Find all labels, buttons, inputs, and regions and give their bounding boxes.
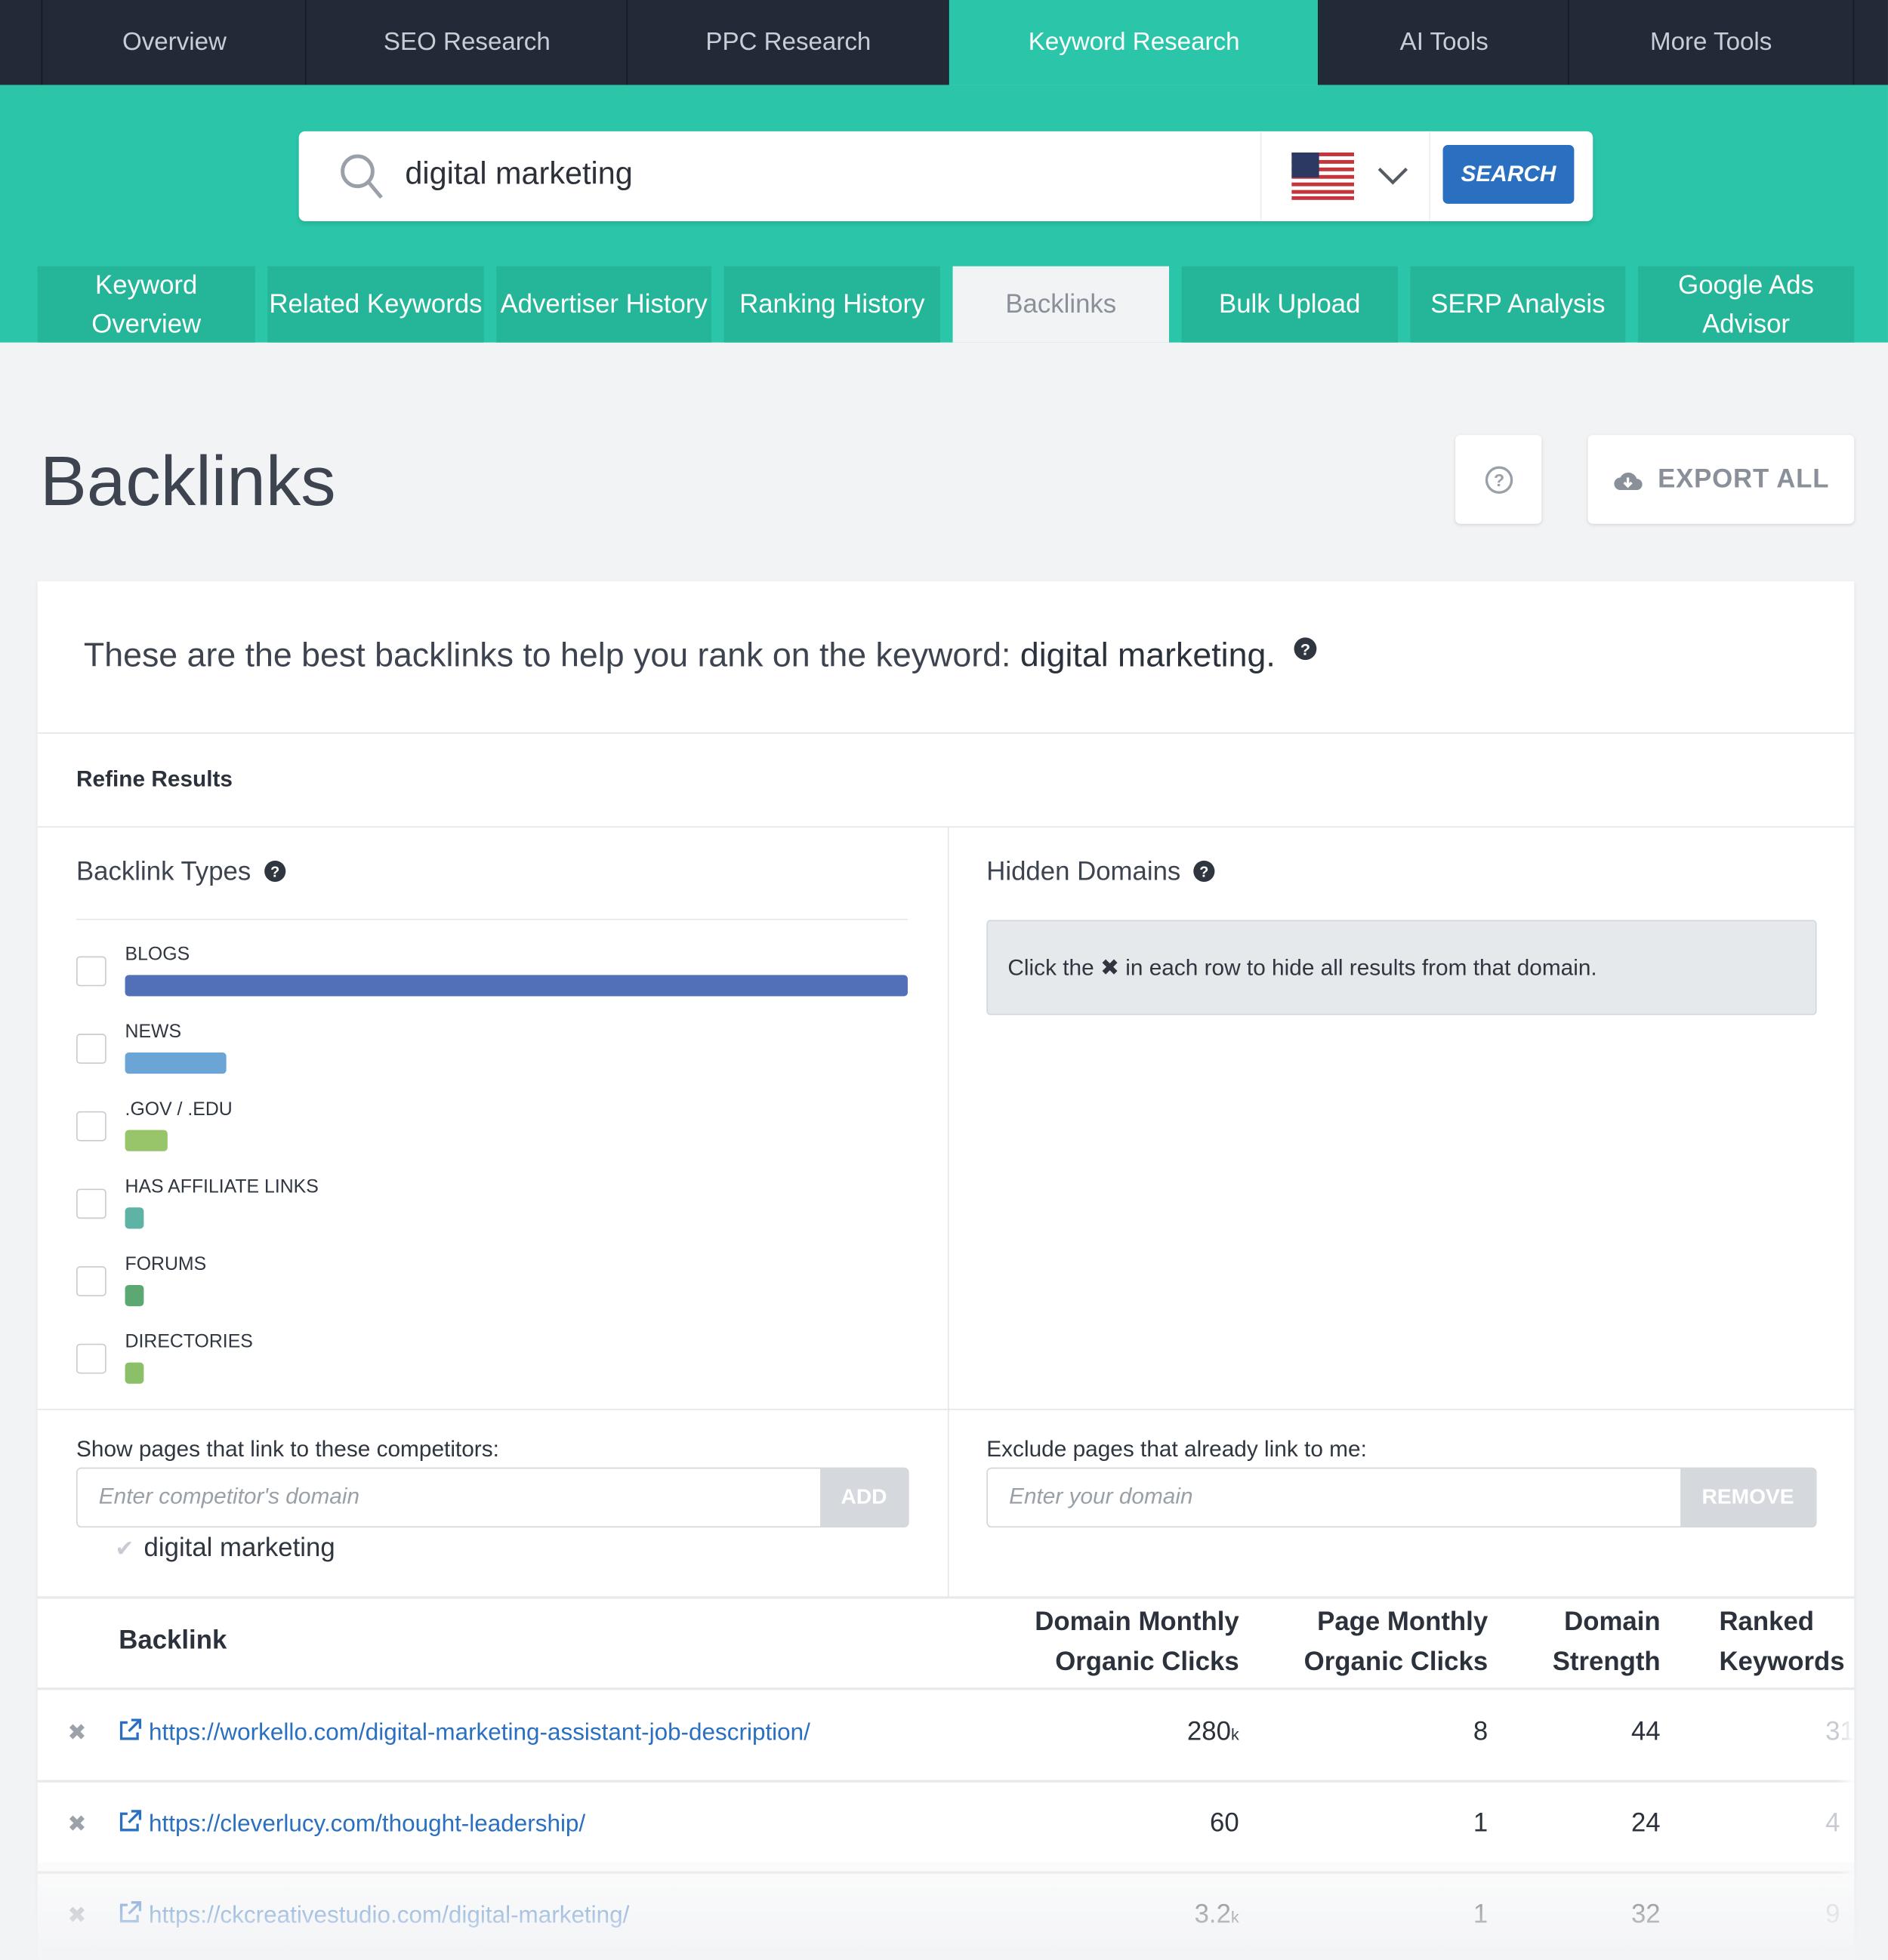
help-icon[interactable]: ? [1292, 636, 1317, 661]
col-page-monthly-clicks[interactable]: Page Monthly Organic Clicks [1304, 1602, 1488, 1682]
my-domain-placeholder: Enter your domain [1009, 1484, 1193, 1509]
domain-monthly-clicks: 60 [1210, 1808, 1239, 1838]
search-bar: digital marketing SEARCH [298, 131, 1593, 222]
exclude-label: Exclude pages that already link to me: [986, 1436, 1367, 1462]
tab-ranking-history[interactable]: Ranking History [723, 266, 941, 343]
intro-keyword: digital marketing. [1020, 636, 1276, 674]
svg-text:?: ? [270, 864, 279, 880]
close-icon: ✖ [1100, 954, 1119, 980]
backlink-type-bar [125, 1284, 144, 1307]
backlink-type-label: NEWS [125, 1021, 182, 1043]
country-select[interactable] [1260, 131, 1431, 222]
backlink-type-checkbox[interactable] [76, 1266, 106, 1296]
tab-serp-analysis[interactable]: SERP Analysis [1410, 266, 1626, 343]
nav-seo-research[interactable]: SEO Research [304, 0, 628, 85]
top-nav: Overview SEO Research PPC Research Keywo… [0, 0, 1888, 85]
competitor-placeholder: Enter competitor's domain [98, 1484, 360, 1509]
nav-ai-tools[interactable]: AI Tools [1318, 0, 1569, 85]
add-button[interactable]: ADD [820, 1468, 908, 1527]
tab-related-keywords[interactable]: Related Keywords [267, 266, 484, 343]
page-monthly-clicks: 1 [1473, 1808, 1488, 1838]
remove-button[interactable]: REMOVE [1680, 1468, 1816, 1527]
my-domain-input[interactable]: Enter your domain REMOVE [986, 1467, 1817, 1528]
tab-google-ads-advisor[interactable]: Google Ads Advisor [1637, 266, 1855, 343]
bottom-fade [0, 1862, 1888, 1960]
us-flag-icon [1291, 152, 1355, 200]
table-row: ✖ https://workello.com/digital-marketing… [37, 1690, 1855, 1783]
chevron-down-icon [1377, 168, 1408, 185]
competitors-label: Show pages that link to these competitor… [76, 1436, 499, 1462]
external-link-icon[interactable] [118, 1718, 143, 1743]
hide-domain-icon[interactable]: ✖ [67, 1720, 86, 1746]
backlink-type-bar [125, 975, 908, 997]
export-all-label: EXPORT ALL [1658, 464, 1830, 494]
question-circle-icon: ? [1485, 465, 1513, 494]
tab-advertiser-history[interactable]: Advertiser History [496, 266, 712, 343]
competitor-item[interactable]: ✔ digital marketing [115, 1533, 335, 1564]
column-divider [947, 826, 949, 1597]
nav-ppc-research[interactable]: PPC Research [626, 0, 949, 85]
help-icon[interactable]: ? [1193, 860, 1216, 883]
nav-more-tools[interactable]: More Tools [1568, 0, 1855, 85]
backlink-type-bar [125, 1129, 168, 1151]
check-icon: ✔ [115, 1536, 134, 1561]
col-backlink[interactable]: Backlink [119, 1626, 227, 1656]
hidden-domains-hint: Click the ✖ in each row to hide all resu… [1007, 954, 1597, 980]
refine-results-title: Refine Results [76, 766, 233, 791]
domain-monthly-clicks: 280k [1186, 1717, 1239, 1746]
nav-overview[interactable]: Overview [41, 0, 307, 85]
domain-strength: 44 [1630, 1717, 1661, 1746]
col-ranked-keywords[interactable]: Ranked Keywords [1719, 1602, 1844, 1682]
backlinks-card: These are the best backlinks to help you… [37, 581, 1855, 1960]
tab-keyword-overview[interactable]: Keyword Overview [37, 266, 255, 343]
divider [76, 918, 908, 920]
external-link-icon[interactable] [118, 1809, 143, 1834]
backlink-type-bar [125, 1207, 144, 1229]
help-button[interactable]: ? [1455, 435, 1542, 524]
divider [37, 1408, 1855, 1410]
svg-text:?: ? [1300, 641, 1310, 659]
backlink-type-label: FORUMS [125, 1253, 207, 1275]
backlink-type-checkbox[interactable] [76, 1034, 106, 1064]
col-domain-strength[interactable]: Domain Strength [1553, 1602, 1661, 1682]
backlink-type-bar [125, 1052, 227, 1074]
search-button[interactable]: SEARCH [1442, 145, 1575, 204]
backlink-type-checkbox[interactable] [76, 1111, 106, 1142]
keyword-input[interactable]: digital marketing [405, 156, 632, 193]
help-icon[interactable]: ? [264, 860, 286, 883]
domain-strength: 24 [1630, 1808, 1661, 1838]
tab-backlinks[interactable]: Backlinks [952, 266, 1169, 343]
hide-domain-icon[interactable]: ✖ [67, 1811, 86, 1838]
page-monthly-clicks: 8 [1473, 1717, 1488, 1746]
backlink-type-checkbox[interactable] [76, 1188, 106, 1219]
export-all-button[interactable]: EXPORT ALL [1587, 435, 1855, 524]
backlink-type-bar [125, 1362, 144, 1384]
backlink-type-checkbox[interactable] [76, 956, 106, 987]
cloud-download-icon [1614, 472, 1643, 490]
divider [37, 732, 1855, 734]
col-domain-monthly-clicks[interactable]: Domain Monthly Organic Clicks [1035, 1602, 1239, 1682]
page-title: Backlinks [39, 441, 336, 520]
backlink-type-label: HAS AFFILIATE LINKS [125, 1176, 319, 1198]
backlink-type-checkbox[interactable] [76, 1343, 106, 1374]
backlink-type-label: DIRECTORIES [125, 1331, 253, 1353]
intro-text: These are the best backlinks to help you… [84, 636, 1317, 675]
backlink-url[interactable]: https://workello.com/digital-marketing-a… [149, 1720, 810, 1747]
svg-text:?: ? [1493, 470, 1504, 489]
table-row: ✖ https://cleverlucy.com/thought-leaders… [37, 1781, 1855, 1874]
backlink-type-label: .GOV / .EDU [125, 1099, 233, 1120]
divider [37, 826, 1855, 828]
nav-keyword-research[interactable]: Keyword Research [947, 0, 1319, 85]
hidden-domains-title: Hidden Domains ? [986, 858, 1215, 888]
competitor-domain-input[interactable]: Enter competitor's domain ADD [76, 1467, 909, 1528]
backlink-type-label: BLOGS [125, 943, 190, 966]
search-icon [341, 154, 383, 199]
intro-sentence: These are the best backlinks to help you… [83, 636, 1020, 674]
backlink-types-title: Backlink Types ? [76, 858, 285, 888]
hidden-domains-box: Click the ✖ in each row to hide all resu… [986, 920, 1817, 1015]
backlink-url[interactable]: https://cleverlucy.com/thought-leadershi… [149, 1811, 585, 1838]
svg-text:?: ? [1199, 864, 1208, 880]
tab-bulk-upload[interactable]: Bulk Upload [1181, 266, 1398, 343]
divider [37, 1596, 1855, 1599]
